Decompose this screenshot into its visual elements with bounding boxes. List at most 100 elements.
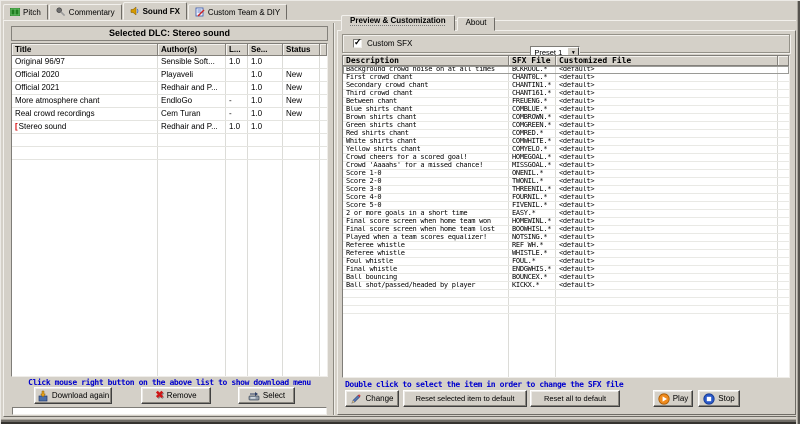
dlc-row[interactable]: [Stereo soundRedhair and P...1.01.0 — [12, 121, 327, 134]
dlc-se-cell: 1.0 — [248, 82, 283, 94]
column-header-empty — [778, 56, 789, 66]
sfx-row[interactable]: Score 5-0FIVENIL.*<default> — [343, 202, 789, 210]
dlc-se-cell: 1.0 — [248, 69, 283, 81]
sfx-row[interactable]: Final whistleENDGWHIS.*<default> — [343, 266, 789, 274]
sfx-file-cell: CHANT161.* — [509, 90, 556, 97]
sfx-row[interactable]: Score 3-0THREENIL.*<default> — [343, 186, 789, 194]
sfx-row[interactable]: Final score screen when home team wonHOM… — [343, 218, 789, 226]
sfx-file-cell: WHISTLE.* — [509, 250, 556, 257]
download-icon — [37, 390, 49, 402]
tab-preview-customization[interactable]: Preview & Customization — [341, 15, 455, 31]
sfx-row[interactable]: Secondary crowd chantCHANTIN1.*<default> — [343, 82, 789, 90]
download-again-button[interactable]: Download again — [34, 387, 112, 404]
sfx-empty-cell — [778, 130, 789, 137]
sfx-list[interactable]: Description SFX File Customized File Bac… — [342, 55, 790, 378]
stop-label: Stop — [718, 394, 734, 403]
sfx-row[interactable]: Crowd cheers for a scored goal!HOMEGOAL.… — [343, 154, 789, 162]
sfx-file-cell: EASY.* — [509, 210, 556, 217]
dlc-row[interactable]: Official 2020Playaveli1.0New — [12, 69, 327, 82]
sfx-row[interactable]: Foul whistleFOUL.*<default> — [343, 258, 789, 266]
reset-selected-button[interactable]: Reset selected item to default — [403, 390, 527, 407]
sfx-customized-cell: <default> — [556, 274, 778, 281]
sfx-row[interactable]: Background crowd noise on at all timesBC… — [343, 66, 789, 74]
tab-pitch[interactable]: Pitch — [3, 4, 48, 20]
sfx-file-cell: BCKROOL.* — [509, 66, 556, 73]
stop-button[interactable]: Stop — [698, 390, 740, 407]
sfx-description-cell: Blue shirts chant — [343, 106, 509, 113]
sfx-row[interactable]: Score 2-0TWONIL.*<default> — [343, 178, 789, 186]
sfx-customized-cell: <default> — [556, 66, 778, 73]
dlc-row[interactable]: Original 96/97Sensible Soft...1.01.0 — [12, 56, 327, 69]
sfx-description-cell: White shirts chant — [343, 138, 509, 145]
tab-sound-fx[interactable]: Sound FX — [123, 2, 187, 20]
sfx-row[interactable]: 2 or more goals in a short timeEASY.*<de… — [343, 210, 789, 218]
sfx-file-cell: KICKX.* — [509, 282, 556, 289]
empty-row — [343, 290, 789, 298]
sfx-customized-cell: <default> — [556, 234, 778, 241]
dlc-row[interactable]: Real crowd recordingsCem Turan-1.0New — [12, 108, 327, 121]
dlc-empty-cell — [320, 121, 327, 133]
sfx-row[interactable]: Score 4-0FOURNIL.*<default> — [343, 194, 789, 202]
sfx-file-cell: FOUL.* — [509, 258, 556, 265]
sfx-row[interactable]: White shirts chantCOMWHITE.*<default> — [343, 138, 789, 146]
sfx-row[interactable]: Referee whistleREF WH.*<default> — [343, 242, 789, 250]
column-header-sfx-file[interactable]: SFX File — [509, 56, 556, 66]
sfx-row[interactable]: Crowd 'Aaaahs' for a missed chance!MISSG… — [343, 162, 789, 170]
play-icon — [658, 393, 670, 405]
sfx-empty-cell — [778, 82, 789, 89]
sfx-row[interactable]: First crowd chantCHANT0L.*<default> — [343, 74, 789, 82]
column-header-description[interactable]: Description — [343, 56, 509, 66]
sfx-row[interactable]: Yellow shirts chantCOMYELO.*<default> — [343, 146, 789, 154]
dlc-list[interactable]: Title Author(s) L... Se... Status Origin… — [11, 43, 328, 377]
remove-button[interactable]: ✖ Remove — [141, 387, 211, 404]
sfx-customized-cell: <default> — [556, 250, 778, 257]
sfx-row[interactable]: Ball bouncingBOUNCEX.*<default> — [343, 274, 789, 282]
tab-about[interactable]: About — [457, 17, 496, 31]
dlc-empty-cell — [320, 69, 327, 81]
sfx-row[interactable]: Blue shirts chantCOMBLUE.*<default> — [343, 106, 789, 114]
selected-dlc-header: Selected DLC: Stereo sound — [11, 26, 328, 41]
play-button[interactable]: Play — [653, 390, 693, 407]
select-button[interactable]: Select — [238, 387, 295, 404]
sfx-file-cell: COMBROWN.* — [509, 114, 556, 121]
sfx-file-cell: COMBLUE.* — [509, 106, 556, 113]
sfx-customized-cell: <default> — [556, 90, 778, 97]
dlc-row[interactable]: More atmosphere chantEndloGo-1.0New — [12, 95, 327, 108]
play-label: Play — [673, 394, 689, 403]
column-header-se[interactable]: Se... — [248, 44, 283, 56]
sfx-row[interactable]: Final score screen when home team lostBO… — [343, 226, 789, 234]
sfx-description-cell: Score 5-0 — [343, 202, 509, 209]
sfx-row[interactable]: Between chantFREUENG.*<default> — [343, 98, 789, 106]
sfx-row[interactable]: Score 1-0ONENIL.*<default> — [343, 170, 789, 178]
tab-custom-team-diy[interactable]: Custom Team & DIY — [188, 4, 287, 20]
right-tab-bar: Preview & Customization About — [341, 15, 497, 31]
column-header-title[interactable]: Title — [12, 44, 158, 56]
tab-commentary[interactable]: Commentary — [49, 4, 122, 20]
sfx-description-cell: Score 1-0 — [343, 170, 509, 177]
sfx-description-cell: First crowd chant — [343, 74, 509, 81]
column-header-l[interactable]: L... — [226, 44, 248, 56]
column-header-status[interactable]: Status — [283, 44, 320, 56]
download-again-label: Download again — [52, 391, 109, 400]
sfx-row[interactable]: Ball shot/passed/headed by playerKICKX.*… — [343, 282, 789, 290]
sfx-row[interactable]: Played when a team scores equalizer!NOTS… — [343, 234, 789, 242]
change-button[interactable]: Change — [345, 390, 399, 407]
sfx-customized-cell: <default> — [556, 258, 778, 265]
custom-sfx-checkbox[interactable]: ✓ — [353, 39, 362, 48]
column-header-customized-file[interactable]: Customized File — [556, 56, 778, 66]
sfx-file-cell: CHANT0L.* — [509, 74, 556, 81]
sfx-row[interactable]: Referee whistleWHISTLE.*<default> — [343, 250, 789, 258]
remove-icon: ✖ — [155, 390, 163, 401]
download-progress-bar — [12, 407, 327, 415]
sfx-row[interactable]: Third crowd chantCHANT161.*<default> — [343, 90, 789, 98]
sfx-row[interactable]: Brown shirts chantCOMBROWN.*<default> — [343, 114, 789, 122]
sfx-customized-cell: <default> — [556, 170, 778, 177]
sfx-row[interactable]: Green shirts chantCOMGREEN.*<default> — [343, 122, 789, 130]
sfx-customized-cell: <default> — [556, 242, 778, 249]
sfx-row[interactable]: Red shirts chantCOMRED.*<default> — [343, 130, 789, 138]
dlc-l-cell: 1.0 — [226, 56, 248, 68]
sfx-description-cell: Final score screen when home team won — [343, 218, 509, 225]
reset-all-button[interactable]: Reset all to default — [530, 390, 620, 407]
column-header-authors[interactable]: Author(s) — [158, 44, 226, 56]
dlc-row[interactable]: Official 2021Redhair and P...1.0New — [12, 82, 327, 95]
